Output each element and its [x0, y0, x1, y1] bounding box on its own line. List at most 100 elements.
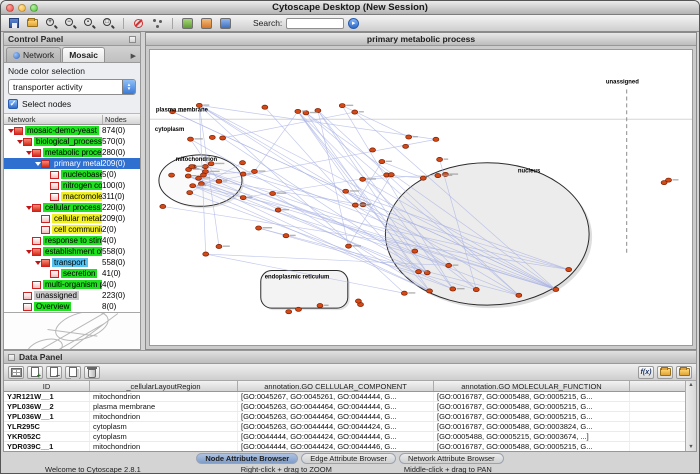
scroll-up-icon[interactable]: ▲ [688, 382, 693, 388]
network-node[interactable] [275, 208, 281, 212]
open-session-button[interactable] [25, 16, 40, 30]
column-header-3[interactable]: annotation.GO MOLECULAR_FUNCTION [434, 381, 630, 391]
network-node[interactable] [343, 189, 349, 193]
tree-expander-icon[interactable] [16, 140, 23, 144]
network-node[interactable] [209, 135, 215, 139]
minimize-window-button[interactable] [18, 4, 26, 12]
tree-row-nitrogen-compo[interactable]: nitrogen compo...100(0) [4, 180, 140, 191]
network-node[interactable] [295, 109, 301, 113]
tree-row-multi-organism-pro[interactable]: multi-organism pro...4(0) [4, 279, 140, 290]
nodes-column-header[interactable]: Nodes [103, 115, 140, 124]
network-node[interactable] [360, 177, 366, 181]
search-go-button[interactable]: ▸ [348, 18, 359, 29]
network-node[interactable] [352, 203, 358, 207]
zoom-fit-button[interactable]: □ [101, 16, 116, 30]
network-node[interactable] [200, 173, 206, 177]
formula-builder-button[interactable]: f(x) [638, 366, 654, 379]
tree-row-establishment-of-l[interactable]: establishment of l...558(0) [4, 246, 140, 257]
table-row-ylr295c[interactable]: YLR295Ccytoplasm[GO:0045263, GO:0044444,… [4, 422, 696, 432]
tree-row-cellular-metabo[interactable]: cellular metabo...209(0) [4, 213, 140, 224]
network-node[interactable] [286, 310, 292, 314]
column-header-2[interactable]: annotation.GO CELLULAR_COMPONENT [238, 381, 434, 391]
network-node[interactable] [379, 160, 385, 164]
table-row-ydr039c__1[interactable]: YDR039C__1mitochondrion[GO:0044444, GO:0… [4, 442, 696, 451]
tab-network[interactable]: Network [6, 47, 61, 62]
network-node[interactable] [251, 169, 257, 173]
network-node[interactable] [446, 263, 452, 267]
network-node[interactable] [412, 249, 418, 253]
network-node[interactable] [420, 176, 426, 180]
import-table-button[interactable] [199, 16, 214, 30]
network-column-header[interactable]: Network [4, 115, 103, 124]
tab-network-attribute-browser[interactable]: Network Attribute Browser [399, 453, 504, 464]
network-node[interactable] [283, 234, 289, 238]
network-node[interactable] [262, 105, 268, 109]
column-header-id[interactable]: ID [4, 381, 90, 391]
zoom-in-button[interactable]: + [44, 16, 59, 30]
search-input[interactable] [286, 18, 344, 29]
tree-row-mosaic-demo-yeast[interactable]: mosaic-demo-yeast874(0) [4, 125, 140, 136]
network-node[interactable] [240, 172, 246, 176]
tree-row-nucleobase[interactable]: nucleobase...5(0) [4, 169, 140, 180]
color-attribute-dropdown[interactable]: transporter activity ▲▼ [8, 79, 136, 95]
import-network-button[interactable] [180, 16, 195, 30]
tab-edge-attribute-browser[interactable]: Edge Attribute Browser [301, 453, 396, 464]
table-scrollbar[interactable]: ▲ ▼ [685, 381, 696, 451]
network-node[interactable] [416, 270, 422, 274]
network-node[interactable] [256, 226, 262, 230]
close-window-button[interactable] [6, 4, 14, 12]
network-node[interactable] [388, 173, 394, 177]
network-node[interactable] [216, 179, 222, 183]
network-node[interactable] [160, 204, 166, 208]
network-node[interactable] [270, 191, 276, 195]
float-panel-button[interactable] [129, 36, 136, 43]
network-node[interactable] [240, 161, 246, 165]
tree-expander-icon[interactable] [34, 162, 41, 166]
zoom-window-button[interactable] [30, 4, 38, 12]
network-node[interactable] [355, 299, 361, 303]
network-node[interactable] [666, 178, 672, 182]
network-node[interactable] [553, 287, 559, 291]
tree-expander-icon[interactable] [25, 206, 32, 210]
network-node[interactable] [406, 135, 412, 139]
tree-expander-icon[interactable] [25, 151, 32, 155]
tree-row-cellular-process[interactable]: cellular process220(0) [4, 202, 140, 213]
zoom-selected-button[interactable]: ▪ [82, 16, 97, 30]
network-node[interactable] [189, 165, 195, 169]
network-node[interactable] [185, 174, 191, 178]
tree-expander-icon[interactable] [34, 261, 41, 265]
network-node[interactable] [346, 244, 352, 248]
tree-expander-icon[interactable] [7, 129, 14, 133]
tree-row-primary-metabo[interactable]: primary metabo...209(0) [4, 158, 140, 169]
network-node[interactable] [317, 304, 323, 308]
network-node[interactable] [240, 196, 246, 200]
network-node[interactable] [427, 289, 433, 293]
tab-overflow-button[interactable]: ▶ [131, 52, 138, 62]
network-node[interactable] [187, 191, 193, 195]
tree-row-unassigned[interactable]: unassigned223(0) [4, 290, 140, 301]
network-node[interactable] [196, 176, 202, 180]
network-node[interactable] [188, 137, 194, 141]
network-node[interactable] [433, 137, 439, 141]
network-node[interactable] [437, 157, 443, 161]
scroll-down-icon[interactable]: ▼ [688, 444, 693, 450]
network-node[interactable] [220, 136, 226, 140]
tree-expander-icon[interactable] [25, 250, 32, 254]
column-header-1[interactable]: _cellularLayoutRegion [90, 381, 238, 391]
tree-row-overview[interactable]: Overview8(0) [4, 301, 140, 312]
network-node[interactable] [370, 148, 376, 152]
tree-row-macromolecule[interactable]: macromolecule...311(0) [4, 191, 140, 202]
network-node[interactable] [566, 267, 572, 271]
table-row-ypl036w__1[interactable]: YPL036W__1mitochondrion[GO:0045263, GO:0… [4, 412, 696, 422]
float-data-panel-button[interactable] [8, 354, 15, 361]
tab-mosaic[interactable]: Mosaic [62, 47, 105, 62]
network-node[interactable] [401, 291, 407, 295]
network-node[interactable] [169, 173, 175, 177]
tree-row-metabolic-process[interactable]: metabolic process280(0) [4, 147, 140, 158]
zoom-out-button[interactable]: − [63, 16, 78, 30]
delete-attribute-button[interactable] [46, 366, 62, 379]
network-node[interactable] [339, 104, 345, 108]
network-node[interactable] [516, 293, 522, 297]
network-view-title[interactable]: primary metabolic process [146, 33, 696, 46]
network-node[interactable] [352, 110, 358, 114]
